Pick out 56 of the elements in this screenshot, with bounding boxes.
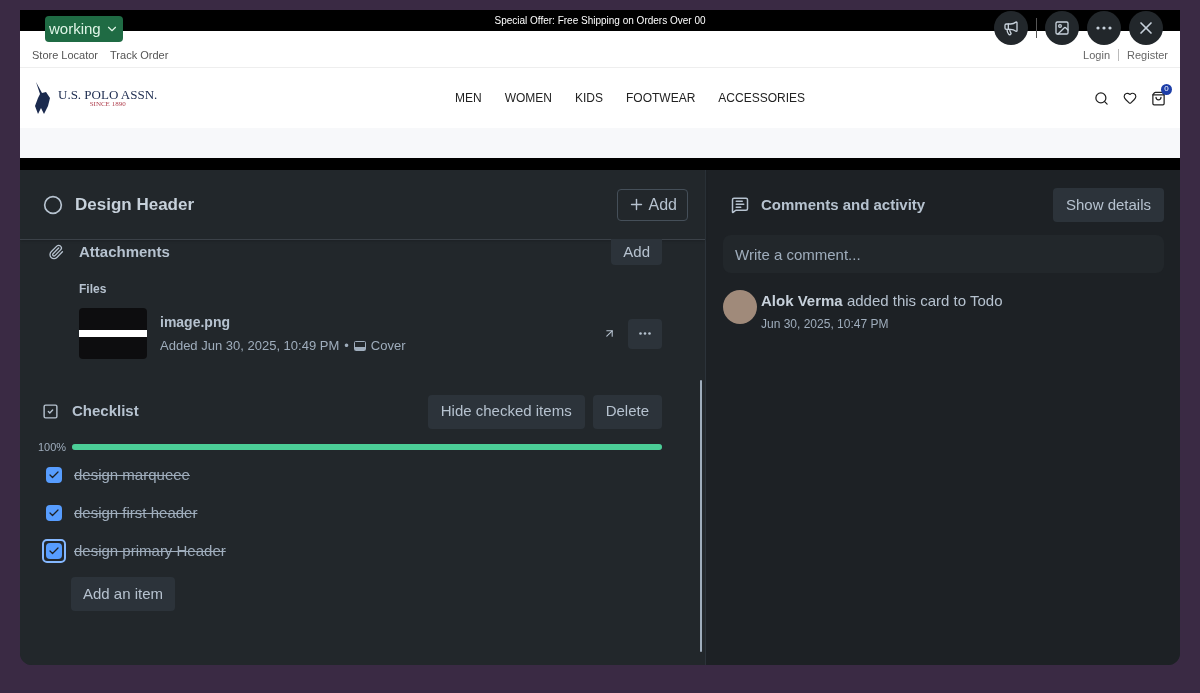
checklist-item-text[interactable]: design first header [74, 501, 198, 525]
image-icon [1054, 20, 1070, 36]
search-icon[interactable] [1094, 90, 1109, 106]
brand-name: U.S. POLO ASSN. [58, 88, 158, 101]
top-link[interactable]: Store Locator [32, 46, 99, 63]
checkmark-icon [48, 507, 60, 519]
heart-icon[interactable] [1123, 91, 1137, 105]
nav-link[interactable]: WOMEN [504, 89, 552, 107]
file-thumbnail[interactable] [79, 308, 147, 359]
separator-dot: • [344, 336, 349, 355]
activity-heading: Comments and activity [761, 194, 926, 215]
top-link[interactable]: Track Order [110, 46, 169, 63]
files-label: Files [79, 281, 108, 298]
checkbox[interactable] [46, 467, 62, 483]
account-link[interactable]: Login [1083, 46, 1111, 63]
comment-input[interactable]: Write a comment... [723, 235, 1164, 273]
checkmark-icon [48, 469, 60, 481]
nav-link[interactable]: KIDS [575, 89, 603, 107]
comment-icon [731, 196, 749, 214]
cover-icon [353, 340, 366, 351]
checklist-item-text[interactable]: design marqueee [74, 463, 190, 487]
nav-link[interactable]: FOOTWEAR [626, 89, 696, 107]
attachments-heading: Attachments [79, 241, 170, 262]
file-added-date: Added Jun 30, 2025, 10:49 PM [160, 336, 340, 355]
more-icon [639, 332, 651, 335]
more-icon [1096, 26, 1112, 30]
checklist-item-text[interactable]: design primary Header [74, 539, 226, 563]
scrollbar[interactable] [700, 380, 702, 652]
megaphone-icon [1003, 20, 1019, 36]
delete-button[interactable]: Delete [592, 394, 662, 429]
checklist-heading: Checklist [72, 401, 139, 422]
nav-link[interactable]: ACCESSORIES [718, 89, 806, 107]
checkbox[interactable] [46, 505, 62, 521]
cart-count-badge: 0 [1161, 83, 1172, 95]
shopping-bag-icon[interactable] [1151, 90, 1166, 106]
activity-time[interactable]: Jun 30, 2025, 10:47 PM [761, 314, 1003, 333]
status-dropdown[interactable]: working [45, 16, 123, 42]
paperclip-icon [48, 244, 64, 260]
progress-percent: 100% [38, 439, 68, 455]
show-details-button[interactable]: Show details [1052, 188, 1164, 222]
add-item-button[interactable]: Add an item [71, 577, 176, 611]
attachment-add-button[interactable]: Add [611, 239, 662, 265]
open-arrow-icon[interactable] [603, 327, 616, 340]
activity-text: Alok Verma added this card to Todo [761, 291, 1003, 311]
add-button[interactable]: Add [616, 188, 688, 221]
promo-text: Special Offer: Free Shipping on Orders Over 00 [494, 14, 706, 28]
checklist-icon [42, 403, 59, 420]
account-link[interactable]: Register [1127, 46, 1168, 63]
avatar[interactable] [723, 290, 757, 324]
hide-checked-button[interactable]: Hide checked items [427, 394, 585, 429]
nav-link[interactable]: MEN [455, 89, 482, 107]
file-name[interactable]: image.png [160, 311, 406, 333]
checkmark-icon [48, 545, 60, 557]
card-title: Design Header [75, 193, 195, 216]
complete-toggle-icon[interactable] [43, 194, 63, 215]
cover-link[interactable]: Cover [370, 335, 406, 356]
